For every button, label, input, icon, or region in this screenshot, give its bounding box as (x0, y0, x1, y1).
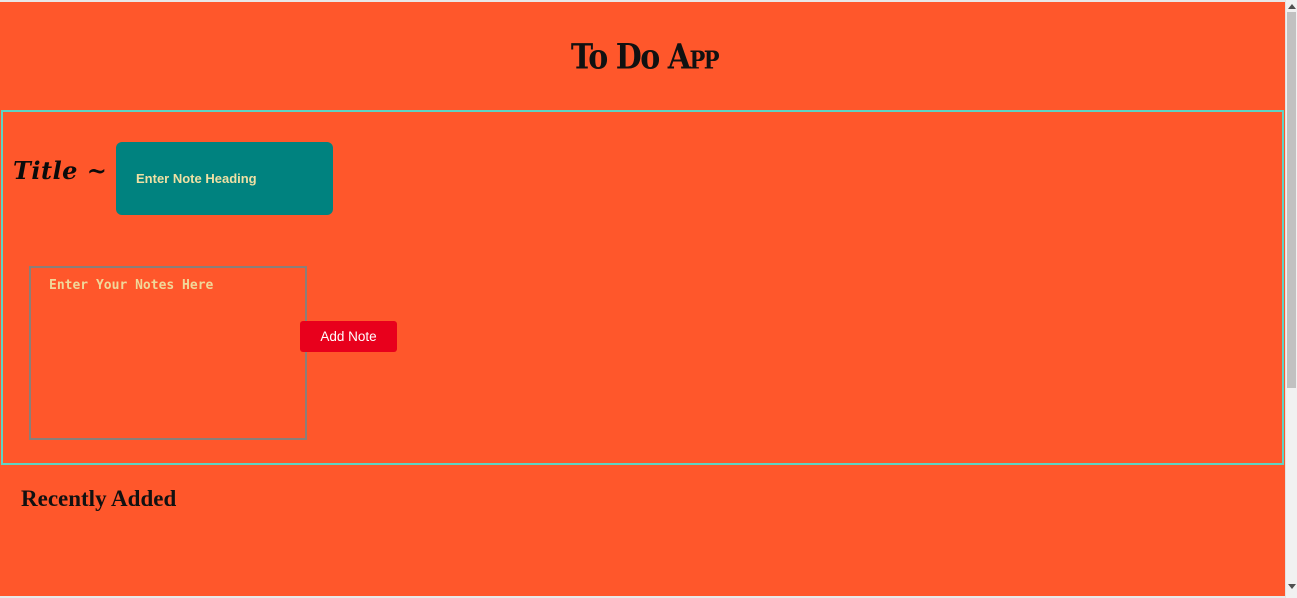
notes-textarea[interactable] (29, 266, 307, 440)
scrollbar-thumb[interactable] (1287, 12, 1296, 388)
chevron-up-icon[interactable] (1288, 4, 1296, 9)
vertical-scrollbar[interactable] (1285, 0, 1297, 598)
add-note-button[interactable]: Add Note (300, 321, 397, 352)
note-heading-input[interactable] (116, 142, 333, 215)
app-title: To Do App (570, 36, 720, 78)
page-viewport: To Do App Title ~ Add Note Recently Adde… (0, 0, 1285, 596)
recently-added-heading: Recently Added (21, 486, 177, 511)
title-label: Title ~ (13, 156, 108, 185)
app-title-suffix: App (667, 36, 720, 78)
app-title-prefix: To Do (570, 36, 668, 78)
chevron-down-icon[interactable] (1288, 584, 1296, 589)
note-form: Title ~ Add Note (1, 110, 1284, 465)
app-header: To Do App (0, 2, 1285, 110)
